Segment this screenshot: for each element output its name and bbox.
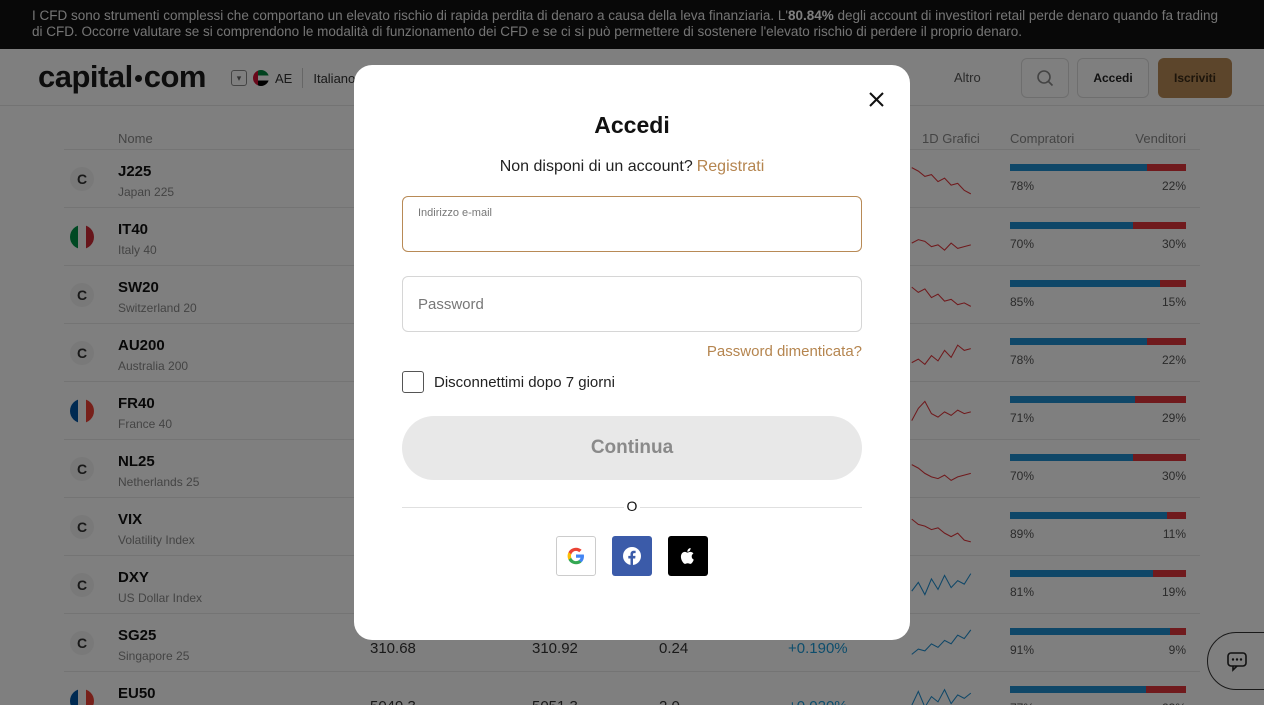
email-label: Indirizzo e-mail [418,207,492,219]
apple-login-button[interactable] [668,536,708,576]
email-field[interactable]: Indirizzo e-mail [402,196,862,252]
apple-icon [680,548,694,564]
forgot-password-link[interactable]: Password dimenticata? [707,343,862,360]
facebook-icon [623,547,641,565]
close-icon [868,91,884,107]
register-link[interactable]: Registrati [697,158,765,175]
continue-button[interactable]: Continua [402,416,862,480]
remember-label: Disconnettimi dopo 7 giorni [434,373,615,391]
email-input[interactable] [418,222,848,246]
modal-title: Accedi [594,112,670,138]
login-modal: Accedi Non disponi di un account? Registr… [354,65,910,640]
google-icon [567,547,584,565]
close-button[interactable] [864,89,888,109]
no-account-line: Non disponi di un account? Registrati [354,158,910,176]
google-login-button[interactable] [556,536,596,576]
no-account-text: Non disponi di un account? [499,158,693,175]
facebook-login-button[interactable] [612,536,652,576]
password-field[interactable] [402,276,862,332]
divider-text: O [624,498,640,514]
remember-option[interactable]: Disconnettimi dopo 7 giorni [402,371,615,393]
remember-checkbox[interactable] [402,371,424,393]
password-input[interactable] [418,292,848,316]
